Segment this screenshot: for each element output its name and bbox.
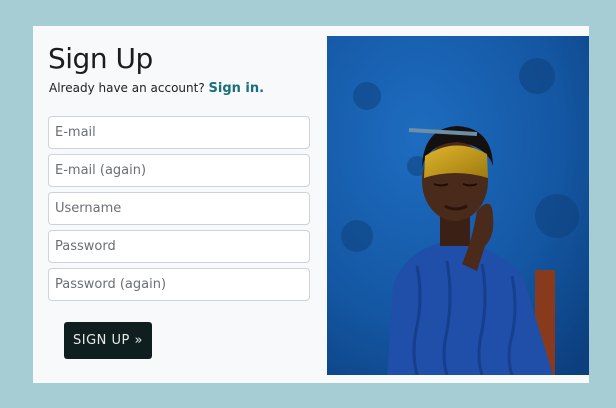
hero-photo [327, 36, 589, 375]
signin-prompt-text: Already have an account? [49, 81, 205, 95]
signin-prompt: Already have an account? Sign in. [49, 81, 264, 96]
password-again-field[interactable] [48, 268, 310, 301]
email-again-field[interactable] [48, 154, 310, 187]
username-field[interactable] [48, 192, 310, 225]
hero-photo-illustration [327, 36, 589, 375]
email-field[interactable] [48, 116, 310, 149]
signin-link[interactable]: Sign in. [209, 81, 265, 96]
password-field[interactable] [48, 230, 310, 263]
signup-button[interactable]: SIGN UP » [64, 322, 152, 359]
signup-card: Sign Up Already have an account? Sign in… [33, 26, 589, 383]
page-title: Sign Up [48, 42, 153, 75]
